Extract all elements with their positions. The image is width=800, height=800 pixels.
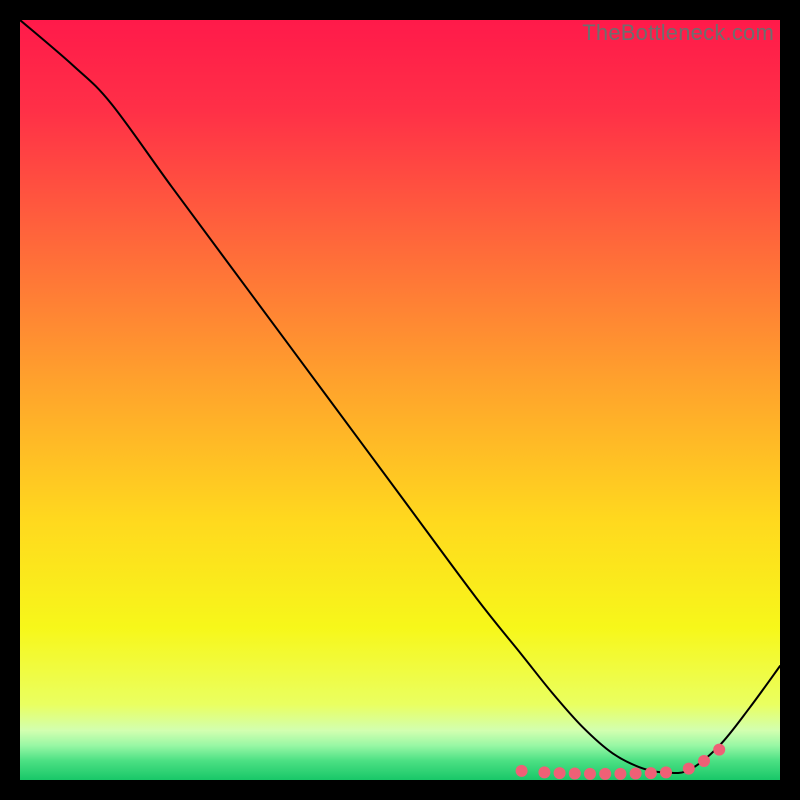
marker-dot xyxy=(645,767,657,779)
marker-dot xyxy=(538,766,550,778)
marker-dot xyxy=(569,768,581,780)
marker-dot xyxy=(713,744,725,756)
marker-dot xyxy=(516,765,528,777)
marker-dot xyxy=(630,768,642,780)
marker-dot xyxy=(614,768,626,780)
bottleneck-chart xyxy=(20,20,780,780)
marker-dot xyxy=(683,763,695,775)
chart-frame: TheBottleneck.com xyxy=(20,20,780,780)
marker-dot xyxy=(698,755,710,767)
marker-dot xyxy=(554,767,566,779)
marker-dot xyxy=(584,768,596,780)
marker-dot xyxy=(599,768,611,780)
marker-dot xyxy=(660,766,672,778)
watermark-text: TheBottleneck.com xyxy=(582,20,774,46)
